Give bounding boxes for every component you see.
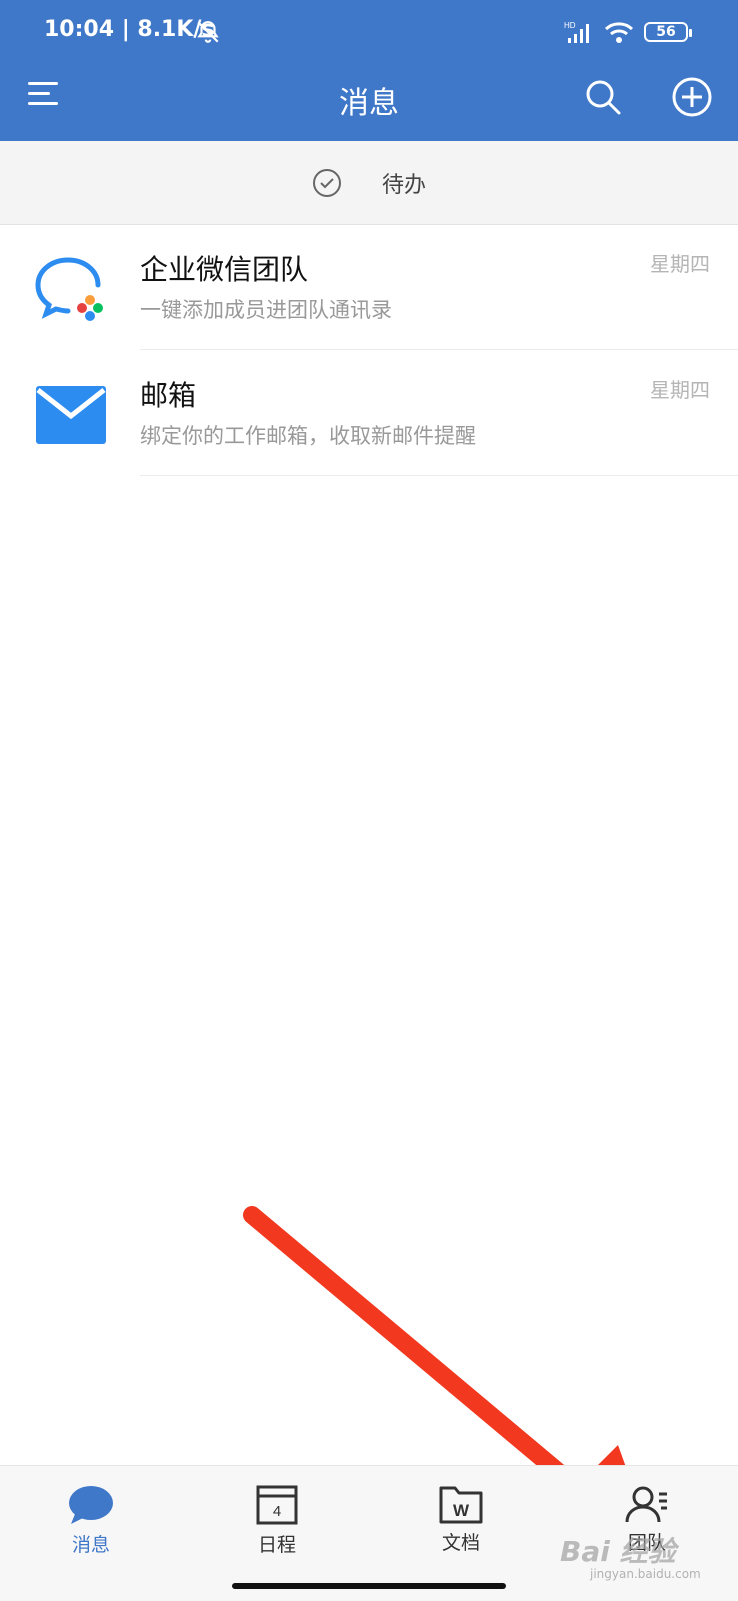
tab-label: 日程 (257, 1534, 296, 1556)
message-time: 星期四 (650, 252, 710, 276)
message-preview: 绑定你的工作邮箱，收取新邮件提醒 (140, 424, 476, 448)
message-time: 星期四 (650, 378, 710, 402)
battery-icon: 56 (644, 22, 692, 42)
search-icon[interactable] (584, 78, 622, 116)
page-title: 消息 (339, 86, 399, 121)
calendar-icon: 4 (256, 1485, 298, 1525)
wifi-icon (604, 22, 634, 43)
watermark-logo: Bai 经验 (560, 1535, 676, 1568)
message-item-wecom-team[interactable]: 企业微信团队 一键添加成员进团队通讯录 星期四 (0, 224, 738, 350)
document-icon-letter: W (453, 1501, 470, 1520)
tab-label: 文档 (441, 1532, 480, 1554)
message-item-mailbox[interactable]: 邮箱 绑定你的工作邮箱，收取新邮件提醒 星期四 (0, 350, 738, 476)
status-indicators: HD 56 (564, 20, 692, 44)
calendar-day: 4 (273, 1503, 281, 1520)
add-icon[interactable] (671, 76, 713, 118)
top-app-bar: 10:04 | 8.1K/s HD 56 消息 (0, 0, 738, 141)
wecom-logo-icon (35, 257, 103, 321)
status-time: 10:04 | 8.1K/s (44, 17, 215, 42)
tab-documents[interactable]: W 文档 (386, 1466, 536, 1555)
todo-label: 待办 (381, 172, 426, 198)
tab-label: 消息 (71, 1534, 110, 1556)
home-indicator (232, 1583, 506, 1589)
divider (140, 475, 738, 476)
message-sender: 邮箱 (140, 379, 197, 412)
check-circle-icon (312, 168, 341, 197)
mail-icon (36, 386, 106, 444)
document-folder-icon: W (439, 1486, 483, 1524)
tab-schedule[interactable]: 4 日程 (202, 1466, 352, 1557)
bell-muted-icon (197, 21, 219, 43)
message-preview: 一键添加成员进团队通讯录 (140, 298, 392, 322)
todo-bar[interactable]: 待办 (0, 141, 738, 225)
network-type: HD (564, 21, 576, 30)
watermark-url: jingyan.baidu.com (590, 1567, 701, 1581)
message-sender: 企业微信团队 (140, 253, 309, 286)
signal-icon: HD (564, 21, 589, 43)
chat-bubble-icon (69, 1486, 113, 1524)
tab-messages[interactable]: 消息 (16, 1466, 166, 1557)
contacts-icon (625, 1486, 667, 1523)
